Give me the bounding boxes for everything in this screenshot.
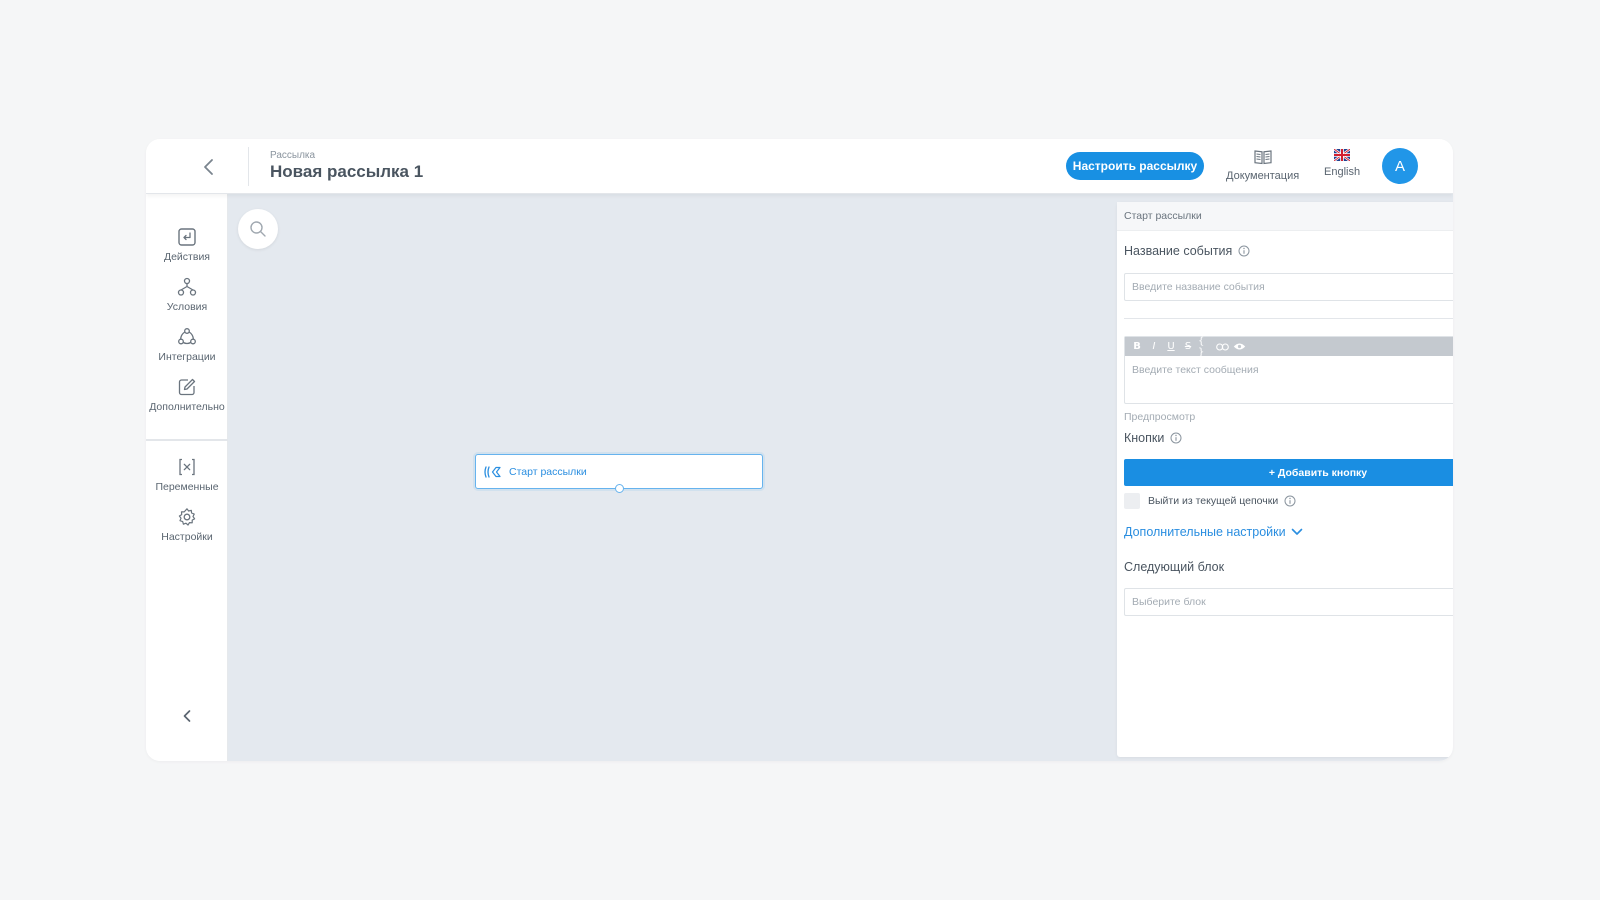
sidebar-item-label: Дополнительно	[149, 401, 225, 413]
block-settings-panel: Старт рассылки Название события Введите …	[1117, 202, 1453, 757]
sidebar-item-variables[interactable]: Переменные	[146, 457, 228, 493]
panel-divider	[1124, 318, 1453, 319]
preview-toggle-button[interactable]	[1232, 340, 1246, 354]
start-node-icon	[484, 465, 501, 478]
buttons-label-text: Кнопки	[1124, 431, 1165, 445]
bold-button[interactable]: B	[1130, 340, 1144, 354]
sidebar-item-label: Переменные	[155, 481, 219, 493]
event-name-input[interactable]: Введите название события	[1124, 273, 1453, 301]
next-block-label-text: Следующий блок	[1124, 560, 1225, 574]
exit-chain-checkbox[interactable]	[1124, 493, 1140, 509]
info-icon[interactable]	[1170, 432, 1182, 444]
node-label: Старт рассылки	[509, 465, 587, 478]
sidebar-item-settings[interactable]: Настройки	[146, 507, 228, 543]
edit-icon	[178, 378, 196, 396]
next-block-placeholder: Выберите блок	[1132, 596, 1206, 608]
sidebar-item-label: Условия	[166, 301, 208, 313]
next-block-select[interactable]: Выберите блок	[1124, 588, 1453, 616]
event-name-label-text: Название события	[1124, 244, 1233, 258]
back-button[interactable]	[196, 155, 220, 179]
message-editor[interactable]: B I U S { } Введите текст сообщения	[1124, 336, 1453, 404]
link-button[interactable]	[1215, 340, 1229, 354]
event-name-label: Название события	[1124, 244, 1250, 258]
canvas-search-button[interactable]	[238, 209, 278, 249]
sidebar-item-conditions[interactable]: Условия	[146, 277, 228, 313]
uk-flag-icon	[1334, 149, 1351, 161]
add-button-button[interactable]: + Добавить кнопку	[1124, 459, 1453, 486]
editor-toolbar: B I U S { }	[1125, 336, 1453, 358]
italic-button[interactable]: I	[1147, 340, 1161, 354]
chevron-down-icon	[1291, 528, 1302, 535]
info-icon[interactable]	[1238, 245, 1250, 257]
info-icon[interactable]	[1284, 495, 1296, 507]
more-settings-toggle[interactable]: Дополнительные настройки	[1124, 525, 1303, 539]
collapse-sidebar-button[interactable]	[177, 706, 197, 726]
exit-chain-option: Выйти из текущей цепочки	[1124, 493, 1296, 509]
flow-node-start[interactable]: Старт рассылки	[475, 454, 763, 493]
documentation-label: Документация	[1226, 170, 1300, 182]
sidebar-item-label: Настройки	[161, 531, 213, 543]
breadcrumb: Рассылка	[270, 150, 316, 161]
gear-icon	[178, 508, 196, 526]
configure-mailing-button[interactable]: Настроить рассылку	[1066, 152, 1204, 180]
search-icon	[250, 221, 266, 237]
sidebar-item-integrations[interactable]: Интеграции	[146, 327, 228, 363]
header-divider	[248, 147, 249, 186]
app-window: Рассылка Новая рассылка 1 Настроить расс…	[146, 139, 1453, 761]
node-output-port[interactable]	[615, 484, 624, 493]
panel-header: Старт рассылки	[1117, 202, 1453, 231]
chevron-left-icon	[183, 710, 191, 722]
more-settings-label: Дополнительные настройки	[1124, 525, 1286, 539]
variables-icon	[179, 458, 195, 476]
underline-button[interactable]: U	[1164, 340, 1178, 354]
sidebar: Действия Условия Интеграции Дополнительн…	[146, 194, 228, 761]
message-placeholder: Введите текст сообщения	[1132, 364, 1259, 376]
book-icon	[1253, 150, 1272, 165]
language-label: English	[1324, 166, 1361, 178]
chevron-left-icon	[204, 159, 213, 175]
panel-title: Старт рассылки	[1124, 210, 1202, 222]
exit-chain-label: Выйти из текущей цепочки	[1148, 495, 1279, 507]
top-header: Рассылка Новая рассылка 1 Настроить расс…	[146, 139, 1453, 194]
strikethrough-button[interactable]: S	[1181, 340, 1195, 354]
sidebar-item-additional[interactable]: Дополнительно	[146, 377, 228, 413]
next-block-label: Следующий блок	[1124, 560, 1224, 574]
sidebar-divider	[146, 439, 228, 441]
conditions-icon	[177, 277, 197, 296]
eye-icon	[1233, 343, 1245, 350]
user-avatar[interactable]: A	[1382, 148, 1418, 184]
preview-link[interactable]: Предпросмотр	[1124, 411, 1195, 423]
documentation-link[interactable]: Документация	[1226, 149, 1299, 182]
link-icon	[1215, 342, 1229, 351]
sidebar-item-actions[interactable]: Действия	[146, 227, 228, 263]
buttons-label: Кнопки	[1124, 431, 1182, 445]
language-selector[interactable]: English	[1324, 149, 1360, 178]
code-button[interactable]: { }	[1198, 336, 1212, 358]
actions-icon	[178, 228, 196, 246]
flow-canvas[interactable]: Старт рассылки Старт рассылки Название с…	[228, 194, 1453, 761]
sidebar-item-label: Интеграции	[158, 351, 216, 363]
sidebar-item-label: Действия	[163, 251, 210, 263]
integrations-icon	[178, 328, 196, 345]
page-title: Новая рассылка 1	[270, 162, 424, 181]
